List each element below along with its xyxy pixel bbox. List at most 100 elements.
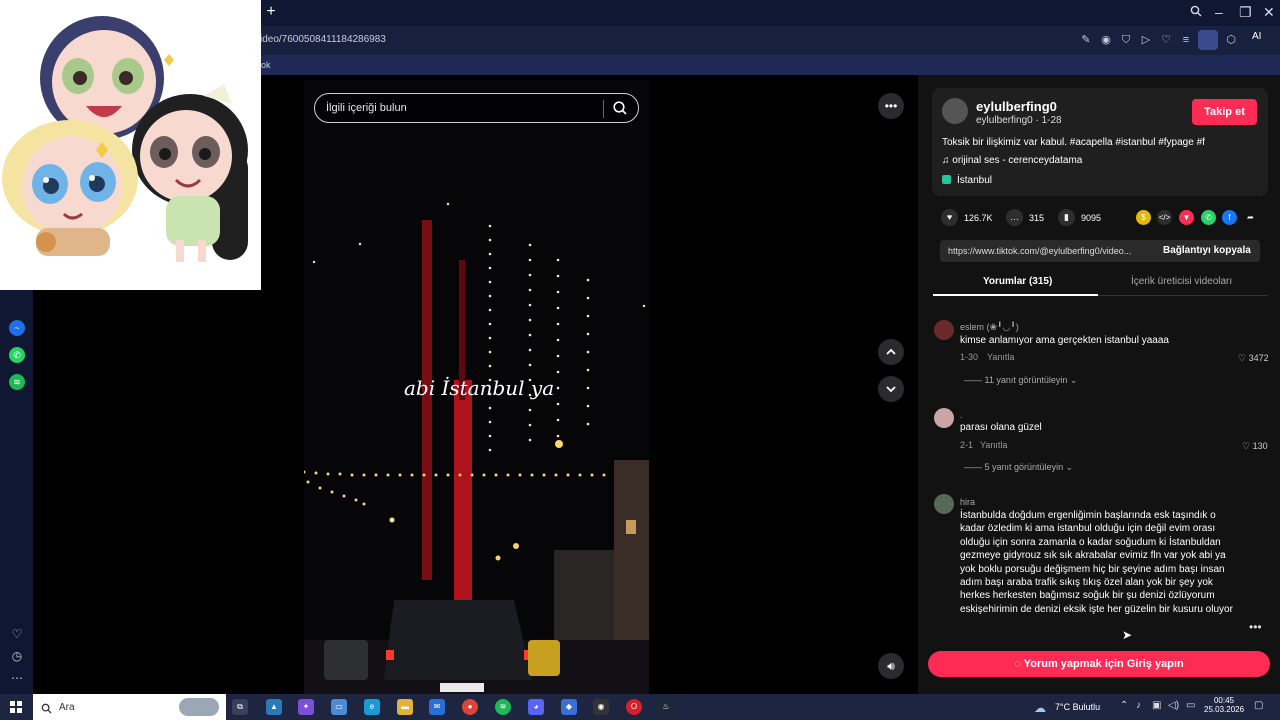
tab-divider xyxy=(1098,295,1268,296)
taskbar-search-box[interactable]: Ara xyxy=(33,694,226,720)
copy-link-button[interactable]: Bağlantıyı kopyala xyxy=(1163,245,1251,256)
search-tabs-icon[interactable] xyxy=(1190,4,1202,20)
spotify-taskbar-icon[interactable]: ≋ xyxy=(495,699,511,715)
speaker-icon[interactable]: ◁) xyxy=(1168,700,1179,711)
more-dots-icon[interactable]: ⋯ xyxy=(9,670,25,686)
comment-reply-button[interactable]: Yanıtla xyxy=(980,440,1007,450)
camera-icon[interactable]: ◉ xyxy=(1098,32,1114,48)
opera-icon[interactable]: O xyxy=(626,699,642,715)
chrome-icon[interactable]: ● xyxy=(462,699,478,715)
tab-comments[interactable]: Yorumlar (315) xyxy=(983,276,1052,287)
profile-avatar[interactable] xyxy=(1198,30,1218,50)
comment-username[interactable]: hira xyxy=(960,497,975,507)
shield-icon[interactable]: ⛉ xyxy=(1118,32,1134,48)
comment-avatar[interactable] xyxy=(934,494,954,514)
previous-video-icon[interactable] xyxy=(878,339,904,365)
battery-icon[interactable]: ▭ xyxy=(1186,700,1195,711)
tab-creator-videos[interactable]: İçerik üreticisi videoları xyxy=(1131,276,1232,287)
like-count: 126.7K xyxy=(964,213,993,223)
microphone-icon[interactable]: ♪ xyxy=(1136,700,1141,711)
location-name: İstanbul xyxy=(957,175,993,186)
coin-icon[interactable]: $ xyxy=(1136,210,1151,225)
comment-date: 1-30 xyxy=(960,352,979,362)
steam-icon[interactable]: ♨ xyxy=(658,699,674,715)
search-icon[interactable] xyxy=(612,100,628,116)
follow-button[interactable]: Takip et xyxy=(1192,99,1257,125)
obs-icon[interactable]: ◉ xyxy=(593,699,609,715)
more-options-icon[interactable]: ••• xyxy=(878,93,904,119)
minimize-icon[interactable]: – xyxy=(1215,4,1223,20)
comment-icon[interactable]: … xyxy=(1006,209,1023,226)
files-app-icon[interactable]: ▭ xyxy=(331,699,347,715)
send-icon[interactable]: ▼ xyxy=(1179,210,1194,225)
clock-date: 25.03.2026 xyxy=(1204,705,1245,714)
comment-count: 315 xyxy=(1029,213,1045,223)
bookmark-item[interactable]: ok xyxy=(261,60,271,70)
whatsapp-icon[interactable]: ✆ xyxy=(1201,210,1216,225)
comment-like[interactable]: ♡ 3472 xyxy=(1238,353,1269,364)
creator-username[interactable]: eylulberfing0 xyxy=(976,99,1057,114)
windows-start-icon[interactable] xyxy=(10,701,22,713)
comment-like-count: 130 xyxy=(1252,441,1268,451)
comment-username[interactable]: . xyxy=(960,410,963,420)
task-view-icon[interactable]: ⧉ xyxy=(232,699,248,715)
next-video-icon[interactable] xyxy=(878,376,904,402)
url-text[interactable]: ideo/7600508411184286983 xyxy=(260,34,386,45)
restore-icon[interactable]: ❐ xyxy=(1239,4,1252,20)
app-icon[interactable]: ◆ xyxy=(561,699,577,715)
edge-icon[interactable]: e xyxy=(364,699,380,715)
edit-icon[interactable]: ✎ xyxy=(1078,32,1094,48)
sound-name: orijinal ses - cerenceydatama xyxy=(952,155,1083,166)
view-replies-button[interactable]: —— 5 yanıt görüntüleyin ⌄ xyxy=(964,462,1073,473)
file-explorer-icon[interactable]: ▬ xyxy=(397,699,413,715)
new-tab-icon[interactable]: + xyxy=(264,4,278,20)
comment-like[interactable]: ♡ 130 xyxy=(1242,441,1268,452)
spotify-icon[interactable]: ≋ xyxy=(9,374,25,390)
login-prompt-label: Yorum yapmak için Giriş yapın xyxy=(1023,658,1184,670)
creator-avatar[interactable] xyxy=(942,98,968,124)
volume-icon[interactable]: 🔊︎ xyxy=(878,653,904,679)
location-link[interactable]: İstanbul xyxy=(942,175,992,186)
menu-icon[interactable]: ≡ xyxy=(1178,32,1194,48)
comment-text: kimse anlamıyor ama gerçekten istanbul y… xyxy=(960,335,1169,346)
heart-outline-icon[interactable]: ♡ xyxy=(9,626,25,642)
history-clock-icon[interactable]: ◷ xyxy=(9,648,25,664)
replies-line: —— xyxy=(964,462,985,472)
taskbar-clock[interactable]: 00:45 25.03.2026 xyxy=(1204,696,1244,714)
music-note-icon: ♫ xyxy=(942,155,953,166)
tray-chevron-icon[interactable]: ⌃ xyxy=(1120,700,1128,711)
play-icon[interactable]: ▷ xyxy=(1138,32,1154,48)
discord-icon[interactable]: ◕ xyxy=(528,699,544,715)
bookmark-icon[interactable]: ▮ xyxy=(1058,209,1075,226)
sound-link[interactable]: ♫ orijinal ses - cerenceydatama xyxy=(942,155,1082,166)
facebook-icon[interactable]: f xyxy=(1222,210,1237,225)
heart-outline-icon: ♡ xyxy=(1238,353,1249,363)
notifications-icon[interactable]: ▢ xyxy=(1254,700,1263,711)
network-icon[interactable]: ▣ xyxy=(1152,700,1161,711)
comment-username[interactable]: eslem (❀╹◡╹) xyxy=(960,322,1019,333)
like-icon[interactable]: ♥ xyxy=(941,209,958,226)
photos-app-icon[interactable]: ▲ xyxy=(266,699,282,715)
extension-cube-icon[interactable]: ⬡ xyxy=(1223,32,1239,48)
video-search-input[interactable]: İlgili içeriği bulun xyxy=(326,102,407,114)
video-search-box[interactable]: İlgili içeriği bulun xyxy=(314,93,639,123)
embed-code-icon[interactable]: </> xyxy=(1157,210,1172,225)
copilot-icon[interactable]: ✦ xyxy=(298,699,314,715)
video-link-box[interactable]: https://www.tiktok.com/@eylulberfing0/vi… xyxy=(940,240,1260,262)
login-to-comment-button[interactable]: ◌ Yorum yapmak için Giriş yapın xyxy=(928,651,1270,677)
close-icon[interactable]: ✕ xyxy=(1263,4,1275,20)
comment-more-icon[interactable]: ••• xyxy=(1249,620,1262,634)
ai-button[interactable]: AI xyxy=(1252,31,1261,42)
mail-icon[interactable]: ✉ xyxy=(429,699,445,715)
comment-reply-button[interactable]: Yanıtla xyxy=(987,352,1014,362)
comment-avatar[interactable] xyxy=(934,408,954,428)
view-replies-button[interactable]: —— 11 yanıt görüntüleyin ⌄ xyxy=(964,375,1077,386)
messenger-icon[interactable]: ~ xyxy=(9,320,25,336)
active-tab-indicator xyxy=(933,294,1098,296)
whatsapp-icon[interactable]: ✆ xyxy=(9,347,25,363)
comment-avatar[interactable] xyxy=(934,320,954,340)
share-arrow-icon[interactable]: ➦ xyxy=(1243,210,1258,225)
weather-text[interactable]: 7°C Bulutlu xyxy=(1055,702,1100,712)
taskbar-search-input[interactable]: Ara xyxy=(59,702,75,713)
heart-icon[interactable]: ♡ xyxy=(1158,32,1174,48)
